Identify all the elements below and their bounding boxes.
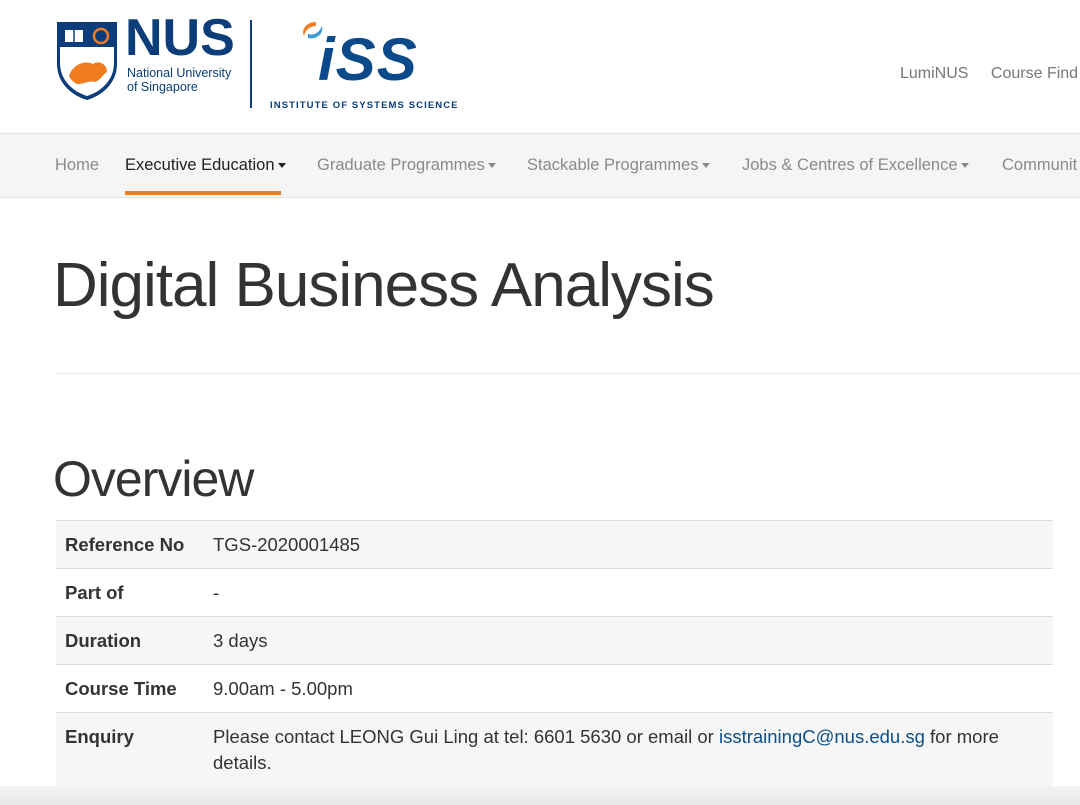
row-value: TGS-2020001485 [213, 520, 1053, 569]
nav-jobs-centres[interactable]: Jobs & Centres of Excellence [742, 156, 969, 175]
section-title-overview: Overview [53, 451, 254, 507]
enquiry-email-link[interactable]: isstrainingC@nus.edu.sg [719, 726, 925, 747]
logo-divider [250, 20, 252, 108]
nus-logo-text[interactable]: NUS [125, 12, 235, 64]
table-row: Reference No TGS-2020001485 [56, 520, 1053, 569]
table-row: Enquiry Please contact LEONG Gui Ling at… [56, 712, 1053, 786]
nav-home[interactable]: Home [55, 156, 99, 175]
title-divider [55, 373, 1080, 374]
iss-logo-text[interactable]: iSS [318, 30, 418, 90]
top-link-course-finder[interactable]: Course Find [991, 65, 1078, 82]
nav-executive-education[interactable]: Executive Education [125, 156, 286, 175]
iss-subtitle: INSTITUTE OF SYSTEMS SCIENCE [270, 100, 459, 111]
nus-crest-icon[interactable] [55, 20, 119, 102]
nus-subtitle-line1: National University [127, 66, 232, 80]
overview-table: Reference No TGS-2020001485 Part of - Du… [56, 520, 1053, 786]
nus-subtitle-line2: of Singapore [127, 80, 198, 94]
nav-graduate-programmes[interactable]: Graduate Programmes [317, 156, 496, 175]
nav-stackable-programmes-label: Stackable Programmes [527, 156, 699, 174]
top-link-luminus[interactable]: LumiNUS [900, 65, 968, 82]
nav-jobs-centres-label: Jobs & Centres of Excellence [742, 156, 958, 174]
main-nav: Home Executive Education Graduate Progra… [0, 133, 1080, 198]
nav-executive-education-label: Executive Education [125, 156, 275, 174]
row-label: Reference No [56, 520, 213, 569]
caret-down-icon [277, 163, 286, 169]
nav-community[interactable]: Communit [1002, 156, 1077, 175]
caret-down-icon [487, 163, 496, 169]
row-label: Course Time [56, 664, 213, 713]
row-value: 3 days [213, 616, 1053, 665]
caret-down-icon [960, 163, 969, 169]
site-header: NUS National University of Singapore iSS… [0, 0, 1080, 133]
top-links: LumiNUS Course Find [900, 65, 1080, 83]
row-label: Duration [56, 616, 213, 665]
nus-logo-subtitle: National University of Singapore [127, 66, 231, 94]
row-value-enquiry: Please contact LEONG Gui Ling at tel: 66… [213, 712, 1053, 786]
page-title: Digital Business Analysis [53, 251, 715, 320]
caret-down-icon [701, 163, 710, 169]
nav-active-underline [125, 191, 281, 195]
row-label: Part of [56, 568, 213, 617]
nav-stackable-programmes[interactable]: Stackable Programmes [527, 156, 710, 175]
table-row: Course Time 9.00am - 5.00pm [56, 664, 1053, 713]
nav-graduate-programmes-label: Graduate Programmes [317, 156, 485, 174]
page-bottom-edge [0, 786, 1080, 805]
row-label: Enquiry [56, 712, 213, 786]
row-value: 9.00am - 5.00pm [213, 664, 1053, 713]
enquiry-text-prefix: Please contact LEONG Gui Ling at tel: 66… [213, 726, 719, 747]
nav-community-label: Communit [1002, 156, 1078, 174]
table-row: Part of - [56, 568, 1053, 617]
nav-home-label: Home [55, 156, 100, 174]
table-row: Duration 3 days [56, 616, 1053, 665]
row-value: - [213, 568, 1053, 617]
